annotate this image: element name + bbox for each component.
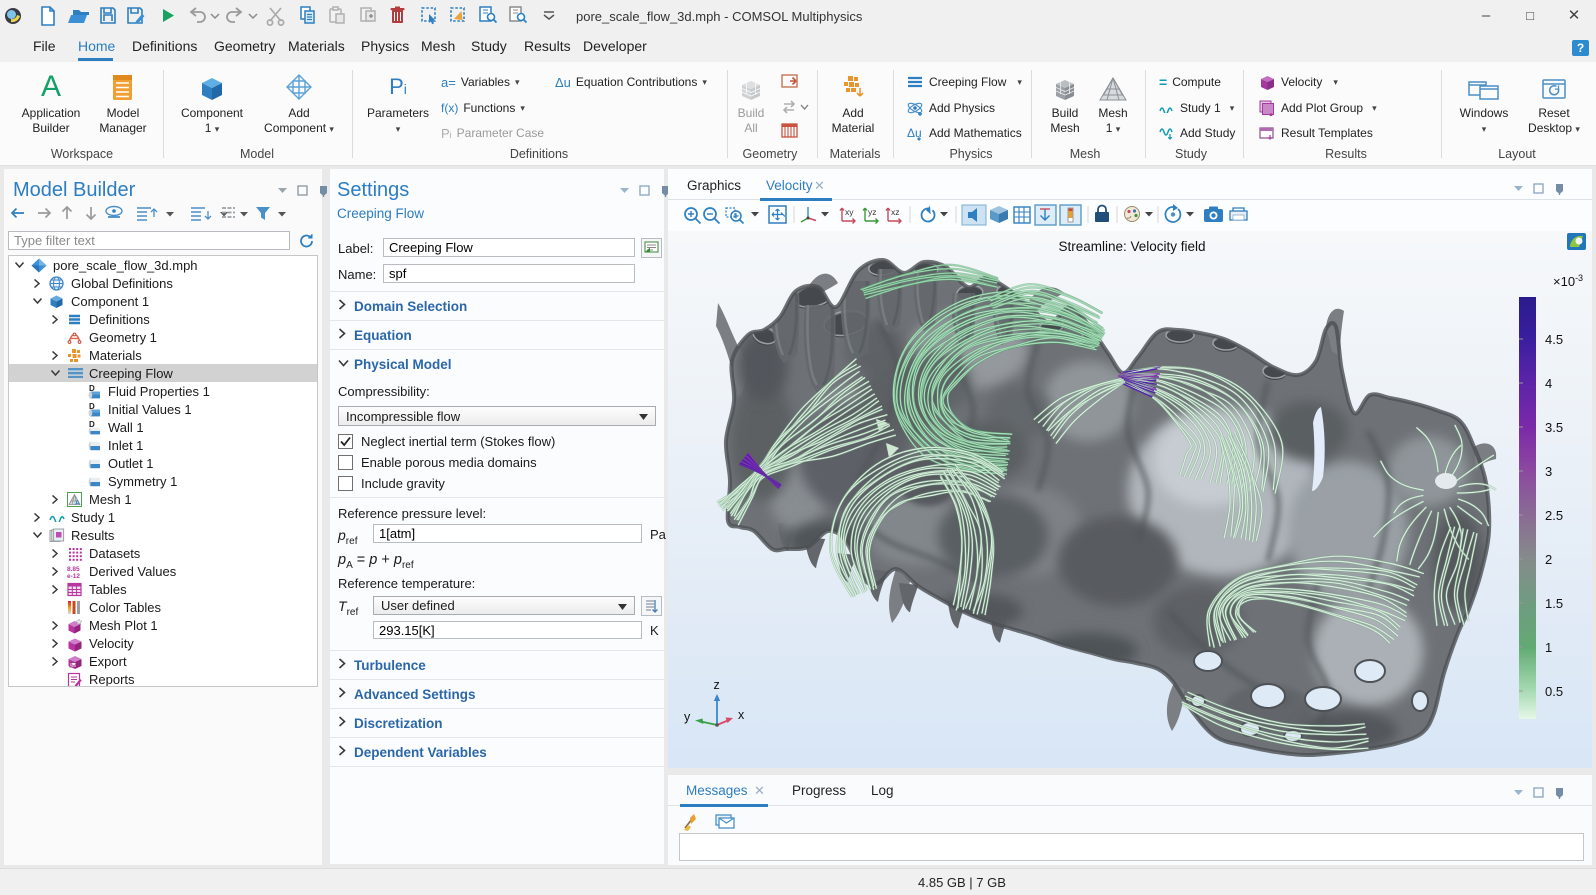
svg-text:A: A: [75, 500, 80, 507]
svg-text:xz: xz: [891, 207, 900, 217]
svg-text:4.5: 4.5: [1545, 332, 1563, 347]
svg-text:8.85: 8.85: [67, 566, 80, 573]
svg-text:z: z: [714, 678, 720, 692]
svg-text:1.5: 1.5: [1545, 596, 1563, 611]
svg-text:3.5: 3.5: [1545, 420, 1563, 435]
svg-text:2.5: 2.5: [1545, 508, 1563, 523]
svg-text:xy: xy: [845, 207, 854, 217]
svg-text:Streamline: Velocity field: Streamline: Velocity field: [1058, 239, 1205, 254]
svg-text:0.5: 0.5: [1545, 684, 1563, 699]
svg-text:x: x: [738, 708, 745, 722]
svg-text:e-12: e-12: [67, 573, 80, 579]
svg-text:y: y: [684, 710, 691, 724]
svg-text:3: 3: [1545, 464, 1552, 479]
svg-text:4: 4: [1545, 376, 1552, 391]
svg-text:2: 2: [1545, 552, 1552, 567]
svg-text:1: 1: [1545, 640, 1552, 655]
svg-text:yz: yz: [868, 207, 877, 217]
